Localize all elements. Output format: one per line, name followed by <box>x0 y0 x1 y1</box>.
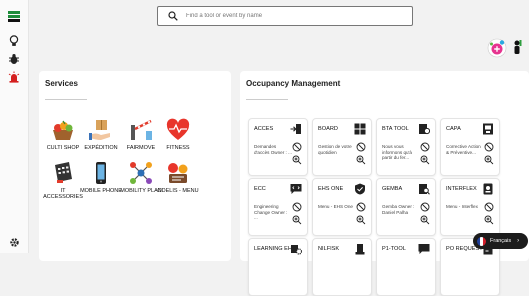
service-fitness[interactable]: FITNESS <box>156 117 200 151</box>
tile-title: GEMBA <box>382 186 403 192</box>
chevron-right-icon: › <box>517 238 520 244</box>
service-mobile-phone[interactable]: MOBILE PHONE <box>79 160 123 194</box>
alarm-icon[interactable] <box>7 70 21 84</box>
barrier-gate-icon <box>131 119 152 140</box>
hide-icon[interactable] <box>420 202 430 212</box>
zoom-in-icon[interactable] <box>356 215 366 225</box>
tool-chat-icon <box>418 244 430 254</box>
zoom-in-icon[interactable] <box>292 215 302 225</box>
tile-title: NILFISK <box>318 246 340 252</box>
learning-gear-icon <box>291 245 302 255</box>
tile-description: Nous vous informons qu'à partir du fer..… <box>382 144 412 161</box>
tile-description: Demandes d'accès Owner : ... <box>254 144 292 155</box>
tile-title: INTERFLEX <box>446 186 477 192</box>
hide-icon[interactable] <box>356 142 366 152</box>
sidebar <box>0 0 29 253</box>
tile-learning-ehs[interactable]: LEARNING EHS <box>248 238 308 296</box>
tile-description: Engineering Change Owner : ... <box>254 204 288 221</box>
bug-icon[interactable] <box>7 52 21 66</box>
tile-title: CAPA <box>446 126 461 132</box>
zoom-in-icon[interactable] <box>420 155 430 165</box>
document-stamp-icon <box>483 123 493 135</box>
tile-ehs-one[interactable]: EHS ONE Menu - EHS One <box>312 178 372 236</box>
phone-keypad-icon <box>55 162 72 183</box>
tile-interflex[interactable]: INTERFLEX Menu - Interflex <box>440 178 500 236</box>
tile-title: BTA TOOL <box>382 126 409 132</box>
shield-check-icon <box>355 183 365 195</box>
zoom-in-icon[interactable] <box>292 155 302 165</box>
service-label: FITNESS <box>166 145 190 151</box>
mobility-network-icon <box>130 162 152 184</box>
tile-nilfisk[interactable]: NILFISK <box>312 238 372 296</box>
services-card: Services CULTI SHOP EXPÉDITION FAIRMOVE <box>39 71 231 261</box>
id-card-icon <box>483 183 493 195</box>
package-hand-icon <box>89 120 110 140</box>
tile-capa[interactable]: CAPA Corrective Action & Préventive... <box>440 118 500 176</box>
dashboard-grid-icon <box>354 123 366 135</box>
tile-title: BOARD <box>318 126 338 132</box>
menu-board-icon <box>168 163 188 183</box>
lightbulb-icon[interactable] <box>7 34 21 48</box>
floor-cleaner-icon <box>355 244 365 255</box>
tile-acces[interactable]: ACCES Demandes d'accès Owner : ... <box>248 118 308 176</box>
clipboard-search-icon <box>419 184 430 195</box>
service-label: MOBILE PHONE <box>80 188 122 194</box>
service-expedition[interactable]: EXPÉDITION <box>79 117 123 151</box>
service-label: EXPÉDITION <box>84 145 118 151</box>
service-label: ODELIS - MENU <box>157 188 199 194</box>
zoom-in-icon[interactable] <box>420 215 430 225</box>
tile-title: EHS ONE <box>318 186 344 192</box>
tile-description: Corrective Action & Préventive... <box>446 144 481 155</box>
badge-key-icon <box>419 124 430 135</box>
tile-p1-tool[interactable]: P1-TOOL <box>376 238 436 296</box>
hide-icon[interactable] <box>484 202 494 212</box>
heart-pulse-icon <box>166 118 190 140</box>
tile-title: ACCES <box>254 126 274 132</box>
service-odelis-menu[interactable]: ODELIS - MENU <box>156 160 200 194</box>
service-label: FAIRMOVE <box>126 145 156 151</box>
search-bar[interactable] <box>157 6 413 26</box>
language-selector[interactable]: Français › <box>473 233 528 249</box>
hide-icon[interactable] <box>356 202 366 212</box>
person-alert-icon[interactable] <box>510 38 524 58</box>
search-icon <box>168 11 178 21</box>
settings-icon[interactable] <box>7 235 21 249</box>
hide-icon[interactable] <box>292 142 302 152</box>
occupancy-title: Occupancy Management <box>246 79 341 88</box>
language-label: Français <box>490 238 512 244</box>
hide-icon[interactable] <box>420 142 430 152</box>
door-enter-icon <box>290 124 301 134</box>
tile-ecc[interactable]: ECC Engineering Change Owner : ... <box>248 178 308 236</box>
france-flag-icon <box>477 236 486 246</box>
divider <box>45 99 87 100</box>
tile-bta-tool[interactable]: BTA TOOL Nous vous informons qu'à partir… <box>376 118 436 176</box>
tile-description: Gestion de votre quotidien <box>318 144 352 155</box>
add-favorite-icon[interactable] <box>487 38 507 58</box>
divider <box>246 99 288 100</box>
hide-icon[interactable] <box>484 142 494 152</box>
mobile-phone-icon <box>96 162 106 184</box>
search-input[interactable] <box>184 12 388 20</box>
zoom-in-icon[interactable] <box>356 155 366 165</box>
hide-icon[interactable] <box>292 202 302 212</box>
menu-icon[interactable] <box>7 9 21 23</box>
tile-board[interactable]: BOARD Gestion de votre quotidien <box>312 118 372 176</box>
tile-description: Gemba Owner : Daniel Palha <box>382 204 415 215</box>
fruit-basket-icon <box>53 120 73 140</box>
tile-title: P1-TOOL <box>382 246 406 252</box>
zoom-in-icon[interactable] <box>484 215 494 225</box>
services-title: Services <box>45 79 78 88</box>
tile-description: Menu - EHS One <box>318 204 353 209</box>
service-label: CULTI SHOP <box>46 145 80 151</box>
tile-title: ECC <box>254 186 266 192</box>
zoom-in-icon[interactable] <box>484 155 494 165</box>
service-label: IT ACCESSORIES <box>43 188 83 201</box>
tile-gemba[interactable]: GEMBA Gemba Owner : Daniel Palha <box>376 178 436 236</box>
chat-code-icon <box>290 184 302 194</box>
tile-description: Menu - Interflex <box>446 204 478 209</box>
